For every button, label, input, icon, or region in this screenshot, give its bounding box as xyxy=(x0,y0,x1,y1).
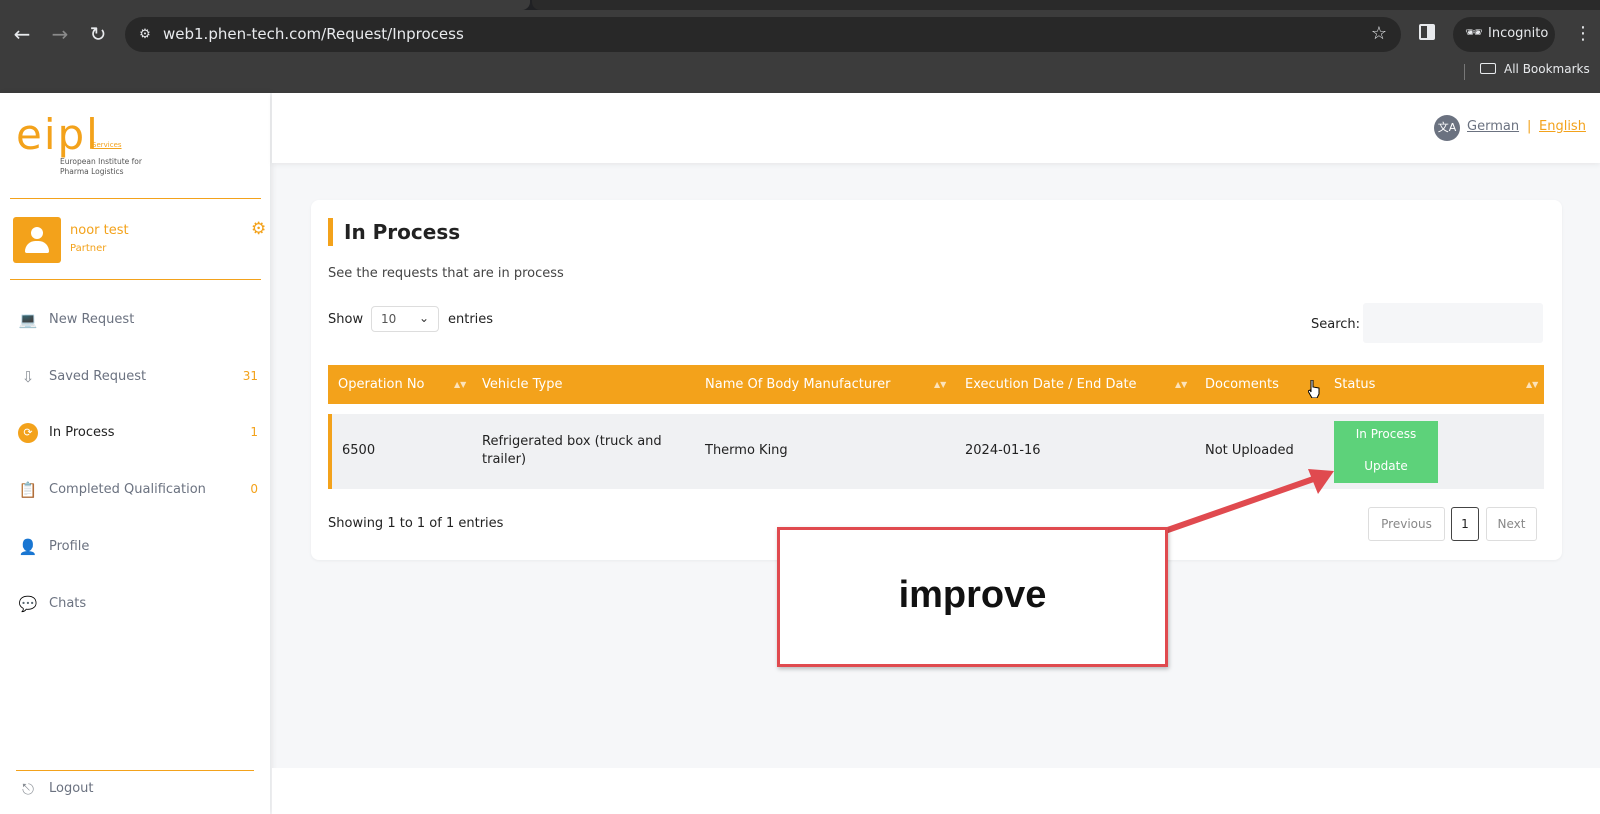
tab-inactive[interactable] xyxy=(532,0,1600,10)
sidebar-divider xyxy=(10,279,261,280)
chat-icon: 💬 xyxy=(18,595,38,613)
sidebar-item-profile[interactable]: 👤 Profile xyxy=(0,527,270,567)
entries-select-value: 10 xyxy=(381,312,397,326)
user-avatar xyxy=(13,217,61,263)
logout-label: Logout xyxy=(49,781,94,796)
logo-line-1: European Institute for xyxy=(60,157,142,166)
gear-icon[interactable]: ⚙ xyxy=(251,219,266,239)
sidebar-item-logout[interactable]: ⎋ Logout xyxy=(0,769,270,809)
show-label: Show xyxy=(328,312,364,327)
status-badge: In Process xyxy=(1355,427,1417,441)
page-title: In Process xyxy=(328,218,460,246)
cell-manufacturer: Thermo King xyxy=(705,443,788,458)
back-arrow-icon[interactable]: ← xyxy=(10,22,34,46)
tab-active[interactable] xyxy=(0,0,530,10)
logo-mark-text: eipl xyxy=(16,110,100,159)
sidebar-item-label: In Process xyxy=(49,425,115,440)
sidebar-item-label: Chats xyxy=(49,596,87,611)
sidebar-item-count: 0 xyxy=(250,482,258,496)
forward-arrow-icon[interactable]: → xyxy=(48,22,72,46)
next-button[interactable]: Next xyxy=(1486,507,1537,541)
top-header xyxy=(272,93,1600,163)
sidebar-item-label: Profile xyxy=(49,539,90,554)
logo-line-2: Pharma Logistics xyxy=(60,167,124,176)
incognito-label: Incognito xyxy=(1488,26,1549,41)
sidebar: eipl Services European Institute for Pha… xyxy=(0,93,270,814)
col-header-manufacturer[interactable]: Name Of Body Manufacturer xyxy=(705,365,890,404)
col-header-vehicle-type[interactable]: Vehicle Type xyxy=(482,365,562,404)
url-text[interactable]: web1.phen-tech.com/Request/Inprocess xyxy=(163,25,464,43)
sidebar-item-in-process[interactable]: ⟳ In Process 1 xyxy=(0,413,270,453)
col-header-documents[interactable]: Docoments xyxy=(1205,365,1279,404)
cell-documents: Not Uploaded xyxy=(1205,443,1294,458)
cell-date: 2024-01-16 xyxy=(965,443,1041,458)
process-icon: ⟳ xyxy=(18,423,38,443)
sort-icon[interactable]: ▲▼ xyxy=(1526,365,1538,404)
annotation-callout: improve xyxy=(777,527,1168,667)
sidebar-item-saved-request[interactable]: ⇩ Saved Request 31 xyxy=(0,357,270,397)
language-separator: | xyxy=(1527,119,1532,134)
language-english-link[interactable]: English xyxy=(1539,119,1586,134)
folder-icon xyxy=(1480,63,1496,74)
sidebar-divider xyxy=(10,198,261,199)
sidebar-item-count: 31 xyxy=(242,369,258,383)
sidebar-item-completed-qualification[interactable]: 📋 Completed Qualification 0 xyxy=(0,470,270,510)
address-bar[interactable]: ⚙ web1.phen-tech.com/Request/Inprocess ☆ xyxy=(125,17,1401,52)
sidebar-item-label: Saved Request xyxy=(49,369,147,384)
laptop-icon: 💻 xyxy=(18,311,38,329)
tab-strip xyxy=(0,0,1600,10)
annotation-arrow-icon xyxy=(1159,469,1334,535)
cell-operation-no: 6500 xyxy=(342,443,376,458)
user-name: noor test xyxy=(70,223,129,238)
sort-icon[interactable]: ▲▼ xyxy=(934,365,946,404)
sidebar-item-new-request[interactable]: 💻 New Request xyxy=(0,300,270,340)
all-bookmarks-label: All Bookmarks xyxy=(1504,62,1590,76)
reload-icon[interactable]: ↻ xyxy=(86,22,110,46)
table-info: Showing 1 to 1 of 1 entries xyxy=(328,516,504,531)
translate-icon: 文A xyxy=(1434,115,1460,141)
logo-mark: eipl xyxy=(16,113,100,157)
search-input[interactable] xyxy=(1363,303,1543,343)
site-info-icon[interactable]: ⚙ xyxy=(135,25,155,45)
sidebar-item-label: Completed Qualification xyxy=(49,482,206,497)
logo-services: Services xyxy=(92,141,122,149)
language-german-link[interactable]: German xyxy=(1467,119,1519,134)
incognito-badge[interactable]: 🕶 Incognito xyxy=(1453,17,1555,52)
page-1-button[interactable]: 1 xyxy=(1451,507,1479,541)
search-label: Search: xyxy=(1311,317,1361,332)
entries-per-page-select[interactable]: 10 ⌄ xyxy=(371,306,439,332)
hand-cursor-icon xyxy=(1308,380,1320,398)
previous-button[interactable]: Previous xyxy=(1368,507,1445,541)
clipboard-check-icon: 📋 xyxy=(18,481,38,499)
sort-icon[interactable]: ▲▼ xyxy=(454,365,466,404)
annotation-text: improve xyxy=(898,574,1047,616)
chevron-down-icon: ⌄ xyxy=(418,311,429,325)
download-box-icon: ⇩ xyxy=(21,368,35,386)
user-role: Partner xyxy=(70,243,107,254)
col-header-operation-no[interactable]: Operation No xyxy=(338,365,425,404)
bookmark-star-icon[interactable]: ☆ xyxy=(1371,23,1387,44)
user-icon: 👤 xyxy=(18,538,38,556)
col-header-date[interactable]: Execution Date / End Date xyxy=(965,365,1137,404)
table-header: Operation No ▲▼ Vehicle Type Name Of Bod… xyxy=(328,365,1544,404)
sidebar-item-chats[interactable]: 💬 Chats xyxy=(0,584,270,624)
eipl-logo[interactable]: eipl Services European Institute for Pha… xyxy=(16,113,156,177)
cell-vehicle-type-line1: Refrigerated box (truck and xyxy=(482,434,662,449)
col-header-status[interactable]: Status xyxy=(1334,365,1375,404)
entries-label: entries xyxy=(448,312,494,327)
logout-icon: ⎋ xyxy=(22,780,34,798)
all-bookmarks-button[interactable]: All Bookmarks xyxy=(1480,62,1590,76)
sort-icon[interactable]: ▲▼ xyxy=(1175,365,1187,404)
cell-vehicle-type-line2: trailer) xyxy=(482,452,527,467)
kebab-menu-icon[interactable]: ⋮ xyxy=(1574,20,1592,48)
bookmarks-separator xyxy=(1464,64,1465,80)
sidebar-item-label: New Request xyxy=(49,312,135,327)
page-subtitle: See the requests that are in process xyxy=(328,266,564,281)
incognito-icon: 🕶 xyxy=(1465,25,1483,41)
browser-chrome: ← → ↻ ⚙ web1.phen-tech.com/Request/Inpro… xyxy=(0,0,1600,93)
sidebar-item-count: 1 xyxy=(250,425,258,439)
bottom-area xyxy=(272,768,1600,814)
side-panel-icon[interactable] xyxy=(1419,24,1435,40)
